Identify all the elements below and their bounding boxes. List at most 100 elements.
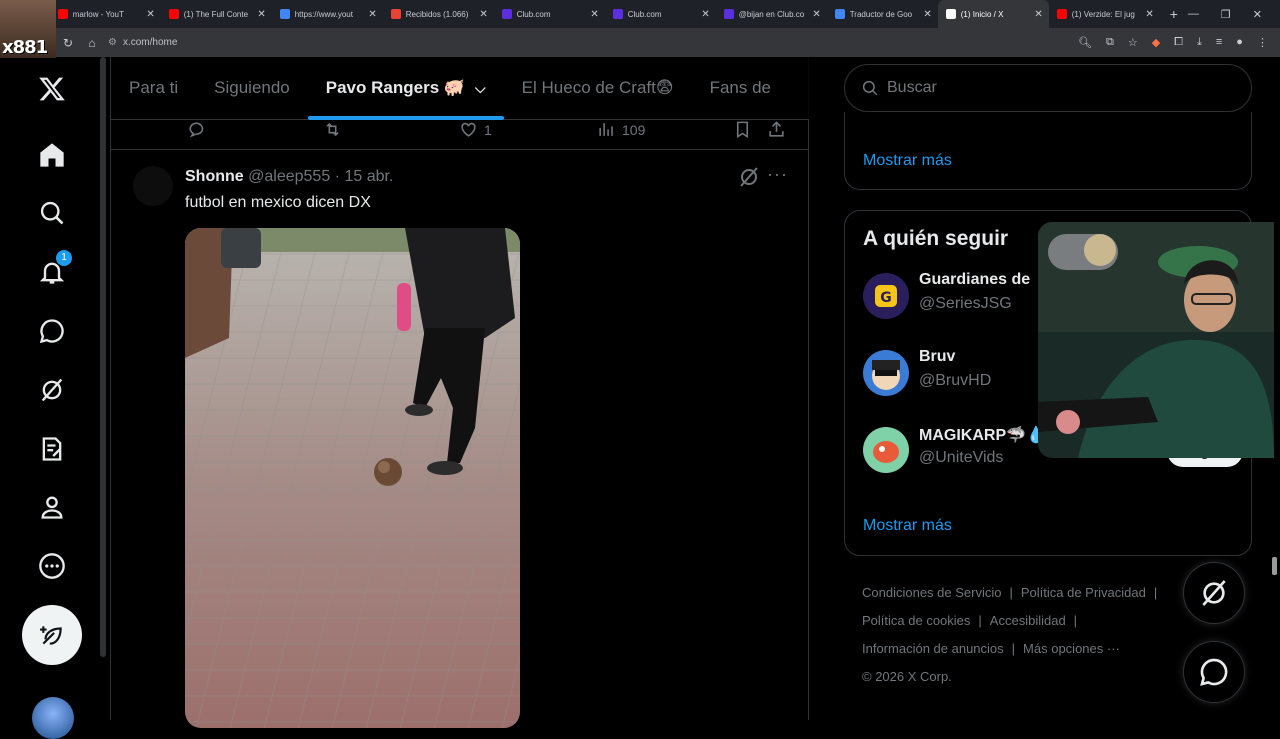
tweet-author-name[interactable]: Shonne [185,168,244,185]
left-scrollbar[interactable] [100,57,106,657]
reload-icon[interactable]: ↻ [56,36,80,50]
browser-tab[interactable]: Traductor de Goo ✕ [827,0,938,28]
grok-explain-icon[interactable] [737,165,761,189]
account-avatar[interactable] [32,697,74,739]
chevron-down-icon[interactable]: ⌵ [475,80,486,97]
tweet[interactable]: Shonne @aleep555 · 15 abr. futbol en mex… [111,150,809,728]
close-tab-icon[interactable]: ✕ [923,9,931,20]
home-icon[interactable] [36,139,68,171]
close-tab-icon[interactable]: ✕ [1034,9,1042,20]
home-browser-icon[interactable]: ⌂ [80,36,104,50]
views-button[interactable]: 109 [597,120,645,139]
download-icon[interactable]: ⤓ [1197,36,1202,49]
menu-icon[interactable]: ⋮ [1257,36,1268,49]
avatar[interactable] [863,427,909,473]
grok-floating-button[interactable] [1183,562,1245,624]
tab-pavo-rangers[interactable]: Pavo Rangers 🐖 ⌵ [307,57,504,120]
maximize-icon[interactable]: ❐ [1221,8,1231,21]
close-tab-icon[interactable]: ✕ [701,9,709,20]
url-bar[interactable]: ⚙ x.com/home [108,32,1068,54]
tab-favicon-icon [945,9,956,19]
feed-tabs: Para ti Siguiendo Pavo Rangers 🐖 ⌵ El Hu… [111,57,809,120]
tab-title: @bijan en Club.co [738,9,805,19]
footer-link[interactable]: Accesibilidad [990,613,1066,628]
suggestion-name[interactable]: Guardianes de [919,271,1030,289]
browser-tab[interactable]: Club.com ✕ [605,0,716,28]
like-button[interactable]: 1 [459,120,492,139]
show-more-link[interactable]: Mostrar más [863,517,952,535]
x-logo-icon[interactable] [36,73,68,105]
tab-title: Club.com [516,9,551,19]
footer-link[interactable]: Política de cookies [862,613,970,628]
lists-icon[interactable] [36,433,68,465]
browser-tab[interactable]: https://www.yout ✕ [272,0,383,28]
tab-fans-de[interactable]: Fans de [692,57,789,120]
site-info-icon[interactable]: ⚙ [108,37,117,48]
search-input[interactable]: Buscar [844,64,1252,112]
footer-link[interactable]: Más opciones ··· [1023,641,1120,656]
more-options-icon[interactable] [36,550,68,582]
tweet-author-handle[interactable]: @aleep555 [248,168,330,185]
suggestion-handle[interactable]: @BruvHD [919,372,991,390]
close-tab-icon[interactable]: ✕ [146,9,154,20]
close-tab-icon[interactable]: ✕ [590,9,598,20]
grok-icon[interactable] [36,374,68,406]
bookmark-icon[interactable] [733,120,752,139]
zoom-icon[interactable]: 🔍︎ [1078,36,1092,49]
messages-icon[interactable] [36,315,68,347]
compose-post-button[interactable] [22,605,82,665]
footer-link[interactable]: Condiciones de Servicio [862,585,1001,600]
like-count: 1 [484,121,492,138]
suggestion-handle[interactable]: @SeriesJSG [919,295,1012,313]
tab-siguiendo[interactable]: Siguiendo [196,57,308,120]
show-more-link[interactable]: Mostrar más [863,152,952,170]
tab-favicon-icon [279,9,290,19]
scrollbar-thumb[interactable] [1272,557,1277,575]
close-tab-icon[interactable]: ✕ [368,9,376,20]
reply-icon[interactable] [187,120,206,139]
profile-icon[interactable] [36,491,68,523]
cast-icon[interactable]: ⧉ [1106,36,1114,49]
media-icon[interactable]: ≡ [1216,36,1222,49]
avatar[interactable] [863,350,909,396]
share-icon[interactable] [767,120,786,139]
extension-icon[interactable]: ◆ [1152,36,1160,49]
notifications-icon[interactable]: 1 [36,250,72,288]
suggestion-handle[interactable]: @UniteVids [919,449,1003,467]
tab-el-hueco-de-craft[interactable]: El Hueco de Craft😨 [504,57,692,120]
suggestion-name[interactable]: MAGIKARP🦈💧 [919,425,1046,445]
extensions-puzzle-icon[interactable]: ⧠ [1174,36,1183,49]
browser-tab[interactable]: (1) Inicio / X ✕ [937,0,1049,28]
close-tab-icon[interactable]: ✕ [479,9,487,20]
new-tab-button[interactable]: + [1160,6,1188,22]
close-tab-icon[interactable]: ✕ [812,9,820,20]
messages-floating-button[interactable] [1183,641,1245,703]
browser-tab[interactable]: Club.com ✕ [494,0,605,28]
tab-para-ti[interactable]: Para ti [111,57,196,120]
close-window-icon[interactable]: ✕ [1253,8,1262,21]
browser-tab[interactable]: marlow - YouT ✕ [50,0,161,28]
tab-title: Club.com [627,9,662,19]
avatar[interactable]: G [863,273,909,319]
tweet-video[interactable] [185,228,520,728]
tab-title: Recibidos (1.066) [405,9,469,19]
explore-icon[interactable] [36,197,68,229]
repost-icon[interactable] [323,120,342,139]
browser-tab[interactable]: (1) The Full Conte ✕ [161,0,272,28]
browser-tab[interactable]: (1) Verzide: El jug ✕ [1049,0,1160,28]
close-tab-icon[interactable]: ✕ [257,9,265,20]
browser-tab[interactable]: Recibidos (1.066) ✕ [383,0,494,28]
tweet-author-avatar[interactable] [133,166,173,206]
bookmark-star-icon[interactable]: ☆ [1128,36,1138,49]
minimize-icon[interactable]: — [1188,8,1199,21]
tweet-date[interactable]: · 15 abr. [335,168,394,185]
footer-link[interactable]: Información de anuncios [862,641,1004,656]
browser-tab[interactable]: @bijan en Club.co ✕ [716,0,827,28]
profile-icon[interactable]: ● [1236,36,1243,49]
close-tab-icon[interactable]: ✕ [1145,9,1153,20]
tweet-more-icon[interactable]: ··· [767,164,788,185]
tab-favicon-icon [57,9,68,19]
suggestion-name[interactable]: Bruv [919,348,955,366]
footer-links: Condiciones de Servicio | Política de Priv… [862,585,1158,684]
footer-link[interactable]: Política de Privacidad [1021,585,1146,600]
